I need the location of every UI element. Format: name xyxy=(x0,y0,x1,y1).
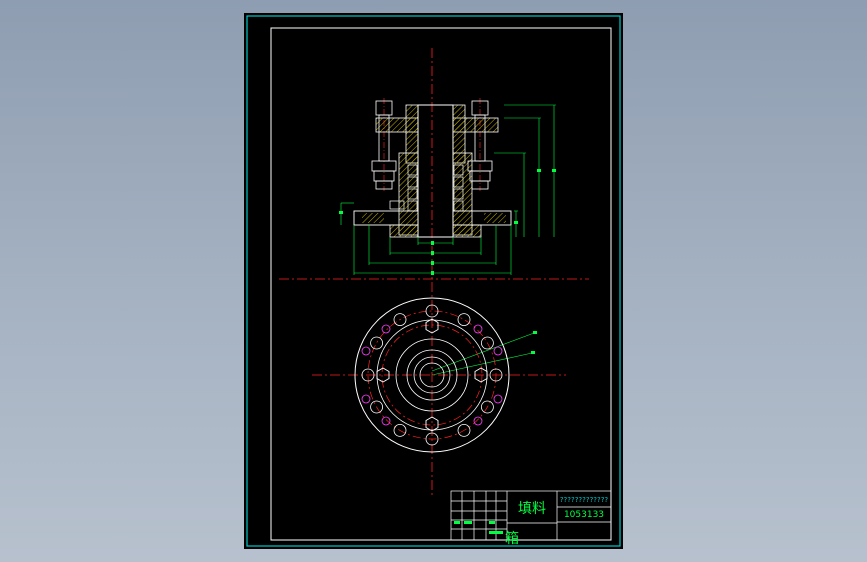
plan-view xyxy=(312,297,566,453)
cad-drawing: 填料 箱 ????????????? 1053133 xyxy=(246,15,621,547)
drawing-sheet: 填料 箱 ????????????? 1053133 xyxy=(244,13,623,549)
material-label: 填料 xyxy=(518,501,546,517)
base-flange-hatch-left xyxy=(362,213,384,223)
outer-border xyxy=(246,15,621,547)
shaft-bore xyxy=(417,104,454,238)
material-label-2: 箱 xyxy=(505,531,519,547)
base-flange-hatch-right xyxy=(484,213,506,223)
bolt-hole-icon xyxy=(480,336,494,350)
dimension-ticks xyxy=(339,169,556,354)
dimensions xyxy=(340,104,556,376)
bolt-hole-icon xyxy=(457,313,471,327)
base-lower-right xyxy=(452,224,482,238)
question-marks: ????????????? xyxy=(560,496,609,504)
base-lower-left xyxy=(389,224,419,238)
bolt-hole-icon xyxy=(370,336,384,350)
drawing-number: 1053133 xyxy=(564,510,604,520)
